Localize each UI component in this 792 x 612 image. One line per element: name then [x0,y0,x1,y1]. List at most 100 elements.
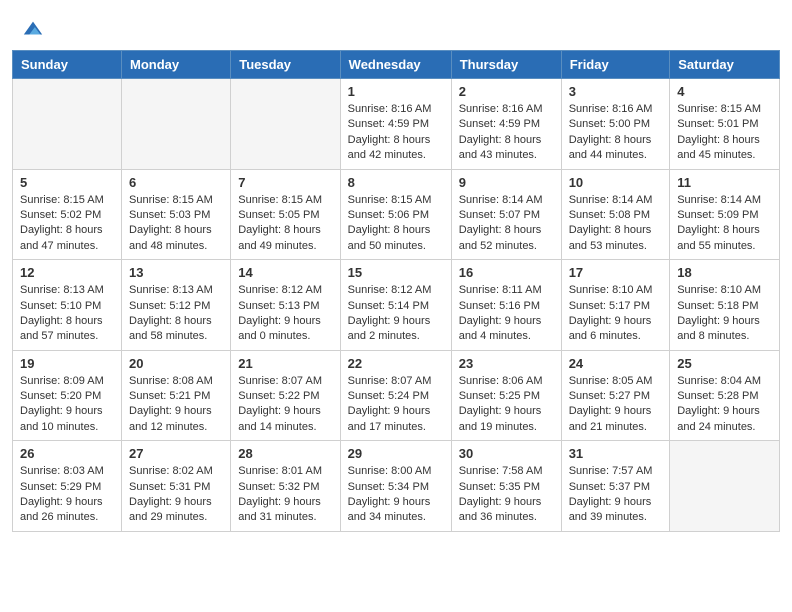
calendar-wrapper: SundayMondayTuesdayWednesdayThursdayFrid… [0,50,792,544]
day-info: Sunrise: 8:16 AMSunset: 4:59 PMDaylight:… [348,102,444,164]
calendar-day-cell [231,79,340,170]
day-info: Sunrise: 8:01 AMSunset: 5:32 PMDaylight:… [238,464,332,526]
page: SundayMondayTuesdayWednesdayThursdayFrid… [0,0,792,612]
day-number: 2 [459,84,554,99]
calendar-day-cell: 27Sunrise: 8:02 AMSunset: 5:31 PMDayligh… [122,441,231,532]
calendar-week-row: 26Sunrise: 8:03 AMSunset: 5:29 PMDayligh… [13,441,780,532]
calendar-day-header: Saturday [670,51,780,79]
calendar-day-cell: 17 Sunrise: 8:10 AMSunset: 5:17 PMDayligh… [561,260,670,351]
calendar-day-cell: 18 Sunrise: 8:10 AMSunset: 5:18 PMDayligh… [670,260,780,351]
day-info: Sunrise: 8:06 AMSunset: 5:25 PMDaylight:… [459,374,554,436]
day-info: Sunrise: 8:10 AMSunset: 5:18 PMDaylight:… [677,283,772,345]
day-info: Sunrise: 8:12 AMSunset: 5:13 PMDaylight:… [238,283,332,345]
logo [20,18,44,40]
day-number: 29 [348,446,444,461]
calendar-day-cell: 24 Sunrise: 8:05 AMSunset: 5:27 PMDayligh… [561,350,670,441]
day-info: Sunrise: 8:14 AMSunset: 5:07 PMDaylight:… [459,193,554,255]
header [0,0,792,50]
day-number: 10 [569,175,663,190]
logo-icon [22,18,44,40]
calendar-day-cell: 11 Sunrise: 8:14 AMSunset: 5:09 PMDayligh… [670,169,780,260]
day-info: Sunrise: 8:08 AMSunset: 5:21 PMDaylight:… [129,374,223,436]
calendar-day-cell: 4Sunrise: 8:15 AMSunset: 5:01 PMDaylight… [670,79,780,170]
day-number: 23 [459,356,554,371]
day-number: 8 [348,175,444,190]
calendar-day-cell: 3Sunrise: 8:16 AMSunset: 5:00 PMDaylight… [561,79,670,170]
day-info: Sunrise: 8:09 AMSunset: 5:20 PMDaylight:… [20,374,114,436]
day-info: Sunrise: 8:04 AMSunset: 5:28 PMDaylight:… [677,374,772,436]
day-info: Sunrise: 8:16 AMSunset: 4:59 PMDaylight:… [459,102,554,164]
day-number: 11 [677,175,772,190]
calendar-table: SundayMondayTuesdayWednesdayThursdayFrid… [12,50,780,532]
day-number: 1 [348,84,444,99]
calendar-day-cell: 19Sunrise: 8:09 AMSunset: 5:20 PMDayligh… [13,350,122,441]
day-number: 17 [569,265,663,280]
day-info: Sunrise: 7:57 AMSunset: 5:37 PMDaylight:… [569,464,663,526]
day-number: 20 [129,356,223,371]
calendar-day-header: Wednesday [340,51,451,79]
day-number: 13 [129,265,223,280]
day-info: Sunrise: 8:03 AMSunset: 5:29 PMDaylight:… [20,464,114,526]
calendar-day-cell: 23 Sunrise: 8:06 AMSunset: 5:25 PMDayligh… [451,350,561,441]
calendar-day-cell: 20 Sunrise: 8:08 AMSunset: 5:21 PMDayligh… [122,350,231,441]
calendar-day-cell: 13Sunrise: 8:13 AMSunset: 5:12 PMDayligh… [122,260,231,351]
calendar-day-cell: 15Sunrise: 8:12 AMSunset: 5:14 PMDayligh… [340,260,451,351]
calendar-day-cell: 7 Sunrise: 8:15 AMSunset: 5:05 PMDaylight… [231,169,340,260]
day-number: 5 [20,175,114,190]
day-info: Sunrise: 8:02 AMSunset: 5:31 PMDaylight:… [129,464,223,526]
calendar-day-header: Friday [561,51,670,79]
day-number: 22 [348,356,444,371]
calendar-day-cell: 5 Sunrise: 8:15 AMSunset: 5:02 PMDaylight… [13,169,122,260]
day-info: Sunrise: 8:15 AMSunset: 5:03 PMDaylight:… [129,193,223,255]
calendar-day-cell: 21Sunrise: 8:07 AMSunset: 5:22 PMDayligh… [231,350,340,441]
calendar-day-cell: 29Sunrise: 8:00 AMSunset: 5:34 PMDayligh… [340,441,451,532]
calendar-day-header: Tuesday [231,51,340,79]
calendar-day-cell [13,79,122,170]
calendar-day-cell: 9 Sunrise: 8:14 AMSunset: 5:07 PMDaylight… [451,169,561,260]
day-number: 16 [459,265,554,280]
day-info: Sunrise: 8:05 AMSunset: 5:27 PMDaylight:… [569,374,663,436]
day-number: 9 [459,175,554,190]
calendar-day-cell: 1 Sunrise: 8:16 AMSunset: 4:59 PMDaylight… [340,79,451,170]
calendar-week-row: 1 Sunrise: 8:16 AMSunset: 4:59 PMDaylight… [13,79,780,170]
calendar-day-cell: 31 Sunrise: 7:57 AMSunset: 5:37 PMDayligh… [561,441,670,532]
calendar-week-row: 19Sunrise: 8:09 AMSunset: 5:20 PMDayligh… [13,350,780,441]
day-info: Sunrise: 8:15 AMSunset: 5:05 PMDaylight:… [238,193,332,255]
calendar-day-cell: 2 Sunrise: 8:16 AMSunset: 4:59 PMDaylight… [451,79,561,170]
calendar-week-row: 12 Sunrise: 8:13 AMSunset: 5:10 PMDayligh… [13,260,780,351]
day-info: Sunrise: 7:58 AMSunset: 5:35 PMDaylight:… [459,464,554,526]
day-number: 14 [238,265,332,280]
day-number: 28 [238,446,332,461]
calendar-day-cell: 6Sunrise: 8:15 AMSunset: 5:03 PMDaylight… [122,169,231,260]
day-number: 7 [238,175,332,190]
calendar-day-header: Sunday [13,51,122,79]
calendar-day-cell: 28 Sunrise: 8:01 AMSunset: 5:32 PMDayligh… [231,441,340,532]
day-number: 18 [677,265,772,280]
day-info: Sunrise: 8:07 AMSunset: 5:24 PMDaylight:… [348,374,444,436]
calendar-header-row: SundayMondayTuesdayWednesdayThursdayFrid… [13,51,780,79]
calendar-day-cell [670,441,780,532]
calendar-week-row: 5 Sunrise: 8:15 AMSunset: 5:02 PMDaylight… [13,169,780,260]
day-info: Sunrise: 8:10 AMSunset: 5:17 PMDaylight:… [569,283,663,345]
calendar-day-cell: 25Sunrise: 8:04 AMSunset: 5:28 PMDayligh… [670,350,780,441]
day-info: Sunrise: 8:13 AMSunset: 5:10 PMDaylight:… [20,283,114,345]
day-number: 3 [569,84,663,99]
calendar-day-cell: 16 Sunrise: 8:11 AMSunset: 5:16 PMDayligh… [451,260,561,351]
day-info: Sunrise: 8:15 AMSunset: 5:01 PMDaylight:… [677,102,772,164]
day-number: 21 [238,356,332,371]
day-number: 15 [348,265,444,280]
calendar-day-cell: 10Sunrise: 8:14 AMSunset: 5:08 PMDayligh… [561,169,670,260]
calendar-day-cell: 8 Sunrise: 8:15 AMSunset: 5:06 PMDaylight… [340,169,451,260]
day-info: Sunrise: 8:15 AMSunset: 5:06 PMDaylight:… [348,193,444,255]
day-info: Sunrise: 8:14 AMSunset: 5:09 PMDaylight:… [677,193,772,255]
calendar-day-cell [122,79,231,170]
calendar-day-cell: 12 Sunrise: 8:13 AMSunset: 5:10 PMDayligh… [13,260,122,351]
calendar-day-cell: 26Sunrise: 8:03 AMSunset: 5:29 PMDayligh… [13,441,122,532]
day-number: 31 [569,446,663,461]
day-number: 12 [20,265,114,280]
calendar-day-cell: 30Sunrise: 7:58 AMSunset: 5:35 PMDayligh… [451,441,561,532]
day-info: Sunrise: 8:15 AMSunset: 5:02 PMDaylight:… [20,193,114,255]
calendar-day-header: Monday [122,51,231,79]
day-number: 24 [569,356,663,371]
day-info: Sunrise: 8:11 AMSunset: 5:16 PMDaylight:… [459,283,554,345]
